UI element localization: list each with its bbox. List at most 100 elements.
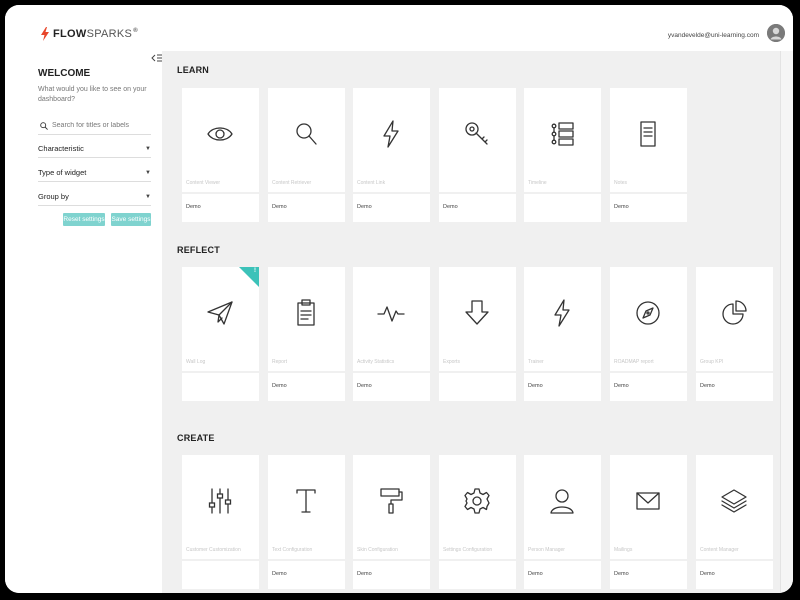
card-footer[interactable]: Demo xyxy=(610,561,687,589)
card-footer[interactable] xyxy=(439,373,516,401)
card-preview[interactable]: Timeline xyxy=(524,88,601,192)
filter-characteristic[interactable]: Characteristic ▼ xyxy=(38,140,151,158)
widget-card[interactable]: Content Manager Demo xyxy=(696,455,773,589)
card-footer[interactable]: Demo xyxy=(610,194,687,222)
card-footer[interactable]: Demo xyxy=(696,373,773,401)
widget-card[interactable]: Content Retriever Demo xyxy=(268,88,345,222)
widget-card[interactable]: Settings Configuration xyxy=(439,455,516,589)
card-footer[interactable]: Demo xyxy=(268,561,345,589)
person-icon xyxy=(546,485,578,517)
search-field[interactable] xyxy=(38,117,151,135)
user-avatar[interactable] xyxy=(767,24,785,42)
layers-icon xyxy=(718,485,750,517)
widget-card[interactable]: Customer Customization xyxy=(182,455,259,589)
main-scrollbar[interactable] xyxy=(780,51,793,593)
lightning-icon xyxy=(375,118,407,150)
card-footer[interactable]: Demo xyxy=(439,194,516,222)
card-footer[interactable]: Demo xyxy=(353,373,430,401)
card-tag: Demo xyxy=(700,571,715,577)
widget-card[interactable]: Person Manager Demo xyxy=(524,455,601,589)
welcome-title: WELCOME xyxy=(38,68,91,79)
widget-card[interactable]: ROADMAP report Demo xyxy=(610,267,687,401)
card-footer[interactable]: Demo xyxy=(696,561,773,589)
user-email[interactable]: yvandevelde@uni-learning.com xyxy=(668,32,759,39)
filter-widget-type[interactable]: Type of widget ▼ xyxy=(38,164,151,182)
app-window: FLOWSPARKS® yvandevelde@uni-learning.com… xyxy=(5,5,793,593)
card-name: ROADMAP report xyxy=(614,359,654,365)
widget-card[interactable]: Demo xyxy=(439,88,516,222)
widget-card[interactable]: Activity Statistics Demo xyxy=(353,267,430,401)
clipboard-icon xyxy=(290,297,322,329)
card-preview[interactable]: Group KPI xyxy=(696,267,773,371)
timeline-icon xyxy=(546,118,578,150)
widget-card[interactable]: Notes Demo xyxy=(610,88,687,222)
key-icon xyxy=(461,118,493,150)
card-tag: Demo xyxy=(614,204,629,210)
top-header: FLOWSPARKS® yvandevelde@uni-learning.com xyxy=(5,5,793,51)
widget-catalog: LEARN REFLECT CREATE Content Viewer Demo… xyxy=(162,51,780,593)
widget-card[interactable]: Report Demo xyxy=(268,267,345,401)
filter-group-by[interactable]: Group by ▼ xyxy=(38,188,151,206)
widget-card[interactable]: Mailings Demo xyxy=(610,455,687,589)
card-footer[interactable]: Demo xyxy=(268,373,345,401)
card-preview[interactable]: Content Retriever xyxy=(268,88,345,192)
card-preview[interactable]: Customer Customization xyxy=(182,455,259,559)
section-title-reflect: REFLECT xyxy=(177,245,220,255)
card-preview[interactable]: Report xyxy=(268,267,345,371)
card-preview[interactable]: Person Manager xyxy=(524,455,601,559)
card-footer[interactable] xyxy=(439,561,516,589)
card-preview[interactable]: ! Wall Log xyxy=(182,267,259,371)
arrow-down-icon xyxy=(461,297,493,329)
compass-icon xyxy=(632,297,664,329)
card-preview[interactable]: Trainer xyxy=(524,267,601,371)
card-name: Mailings xyxy=(614,547,633,553)
card-preview[interactable]: Exports xyxy=(439,267,516,371)
pulse-icon xyxy=(375,297,407,329)
card-tag: Demo xyxy=(614,383,629,389)
card-tag: Demo xyxy=(528,571,543,577)
widget-card[interactable]: ! Wall Log xyxy=(182,267,259,401)
card-preview[interactable]: Activity Statistics xyxy=(353,267,430,371)
card-preview[interactable]: Content Manager xyxy=(696,455,773,559)
filter-label: Characteristic xyxy=(38,144,84,153)
widget-card[interactable]: Content Link Demo xyxy=(353,88,430,222)
card-footer[interactable]: Demo xyxy=(524,373,601,401)
widget-card[interactable]: Trainer Demo xyxy=(524,267,601,401)
card-footer[interactable]: Demo xyxy=(610,373,687,401)
card-preview[interactable]: Content Viewer xyxy=(182,88,259,192)
card-tag: Demo xyxy=(272,383,287,389)
card-footer[interactable]: Demo xyxy=(353,194,430,222)
card-footer[interactable] xyxy=(182,373,259,401)
card-footer[interactable] xyxy=(182,561,259,589)
widget-card[interactable]: Exports xyxy=(439,267,516,401)
card-footer[interactable]: Demo xyxy=(268,194,345,222)
search-input[interactable] xyxy=(52,122,147,129)
widget-card[interactable]: Text Configuration Demo xyxy=(268,455,345,589)
card-preview[interactable]: Mailings xyxy=(610,455,687,559)
widget-card[interactable]: Timeline xyxy=(524,88,601,222)
card-tag: Demo xyxy=(186,204,201,210)
caret-down-icon: ▼ xyxy=(145,169,151,176)
pie-chart-icon xyxy=(718,297,750,329)
card-preview[interactable]: Notes xyxy=(610,88,687,192)
widget-card[interactable]: Group KPI Demo xyxy=(696,267,773,401)
save-settings-button[interactable]: Save settings xyxy=(111,213,151,226)
reset-settings-button[interactable]: Reset settings xyxy=(63,213,105,226)
card-preview[interactable]: Text Configuration xyxy=(268,455,345,559)
card-preview[interactable]: Content Link xyxy=(353,88,430,192)
card-tag: Demo xyxy=(357,383,372,389)
card-tag: Demo xyxy=(272,204,287,210)
widget-card[interactable]: Content Viewer Demo xyxy=(182,88,259,222)
card-name: Person Manager xyxy=(528,547,565,553)
card-preview[interactable] xyxy=(439,88,516,192)
flowsparks-logo[interactable]: FLOWSPARKS® xyxy=(40,27,138,41)
card-footer[interactable]: Demo xyxy=(353,561,430,589)
card-preview[interactable]: Skin Configuration xyxy=(353,455,430,559)
card-preview[interactable]: ROADMAP report xyxy=(610,267,687,371)
card-footer[interactable]: Demo xyxy=(182,194,259,222)
welcome-subtitle: What would you like to see on your dashb… xyxy=(38,86,147,103)
card-footer[interactable]: Demo xyxy=(524,561,601,589)
card-footer[interactable] xyxy=(524,194,601,222)
card-preview[interactable]: Settings Configuration xyxy=(439,455,516,559)
widget-card[interactable]: Skin Configuration Demo xyxy=(353,455,430,589)
